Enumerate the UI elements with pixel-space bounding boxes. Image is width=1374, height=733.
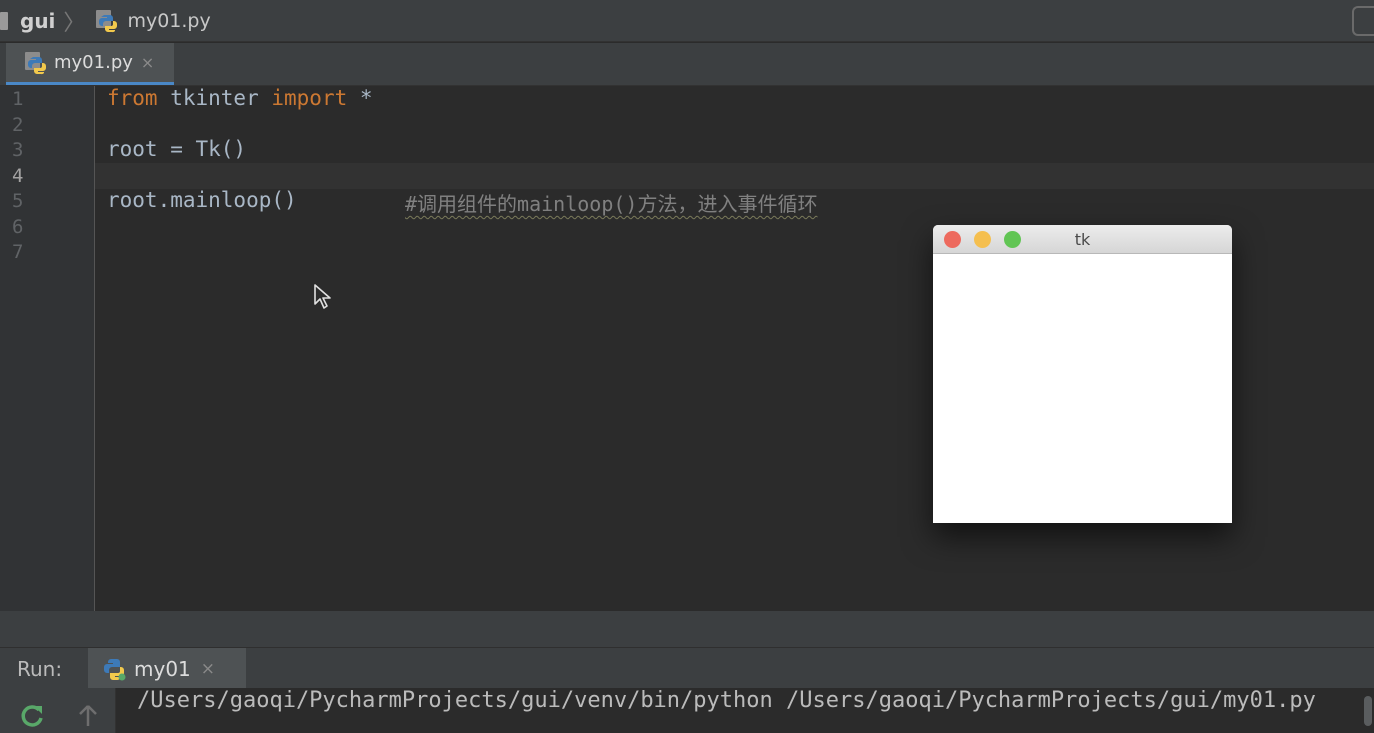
run-tab-my01[interactable]: my01 × [88, 648, 246, 689]
breadcrumb-separator-icon: 〉 [63, 10, 86, 36]
navigation-bar: gui 〉 my01.py [0, 0, 1374, 42]
toolbar-corner-button[interactable] [1352, 6, 1374, 36]
run-tab-label: my01 [134, 656, 191, 681]
code-line-3[interactable]: root = Tk() [107, 137, 246, 161]
tab-close-icon[interactable]: × [141, 53, 154, 72]
nav-project-stub-icon[interactable] [0, 11, 8, 30]
run-label: Run: [17, 657, 63, 681]
line-number: 5 [12, 190, 24, 212]
console-scrollbar[interactable] [1364, 696, 1372, 726]
tk-window-titlebar[interactable]: tk [933, 225, 1232, 254]
code-line-5[interactable]: root.mainloop() #调用组件的mainloop()方法，进入事件循环 [107, 188, 817, 216]
status-strip [0, 611, 1374, 647]
keyword-from: from [107, 86, 158, 110]
current-line-highlight [95, 163, 1374, 189]
run-tool-window-header: Run: my01 × [0, 647, 1374, 689]
mouse-cursor-icon [314, 284, 331, 309]
console-toolbar [0, 688, 116, 733]
python-run-icon [104, 658, 126, 680]
tk-window[interactable]: tk [933, 225, 1232, 523]
line-number: 3 [12, 139, 24, 161]
python-file-icon [95, 9, 119, 33]
import-star: * [347, 86, 373, 110]
editor-tab-bar: my01.py × [0, 43, 1374, 86]
tab-my01-py[interactable]: my01.py × [6, 43, 174, 85]
breadcrumb-folder[interactable]: gui [20, 9, 55, 33]
line-number: 6 [12, 216, 24, 238]
line-number-gutter: 1 2 3 4 5 6 7 [0, 86, 95, 611]
run-tab-close-icon[interactable]: × [201, 659, 215, 679]
code-line-1[interactable]: from tkinter import * [107, 86, 373, 110]
module-name: tkinter [157, 86, 272, 110]
breadcrumb-file[interactable]: my01.py [127, 10, 210, 32]
rerun-icon[interactable] [18, 702, 46, 730]
line-number-current: 4 [12, 165, 24, 187]
tab-label: my01.py [54, 52, 133, 73]
python-file-icon [24, 51, 48, 75]
tk-window-content[interactable] [933, 254, 1232, 523]
scroll-up-icon[interactable] [74, 702, 102, 730]
line-number: 2 [12, 114, 24, 136]
mainloop-call: root.mainloop() [107, 188, 297, 212]
code-comment: #调用组件的mainloop()方法，进入事件循环 [405, 192, 818, 216]
keyword-import: import [271, 86, 348, 110]
tk-window-title: tk [1074, 230, 1091, 249]
line-number: 7 [12, 241, 24, 263]
console-output-line: /Users/gaoqi/PycharmProjects/gui/venv/bi… [137, 688, 1316, 713]
run-console[interactable]: /Users/gaoqi/PycharmProjects/gui/venv/bi… [0, 688, 1374, 733]
line-number: 1 [12, 88, 24, 110]
